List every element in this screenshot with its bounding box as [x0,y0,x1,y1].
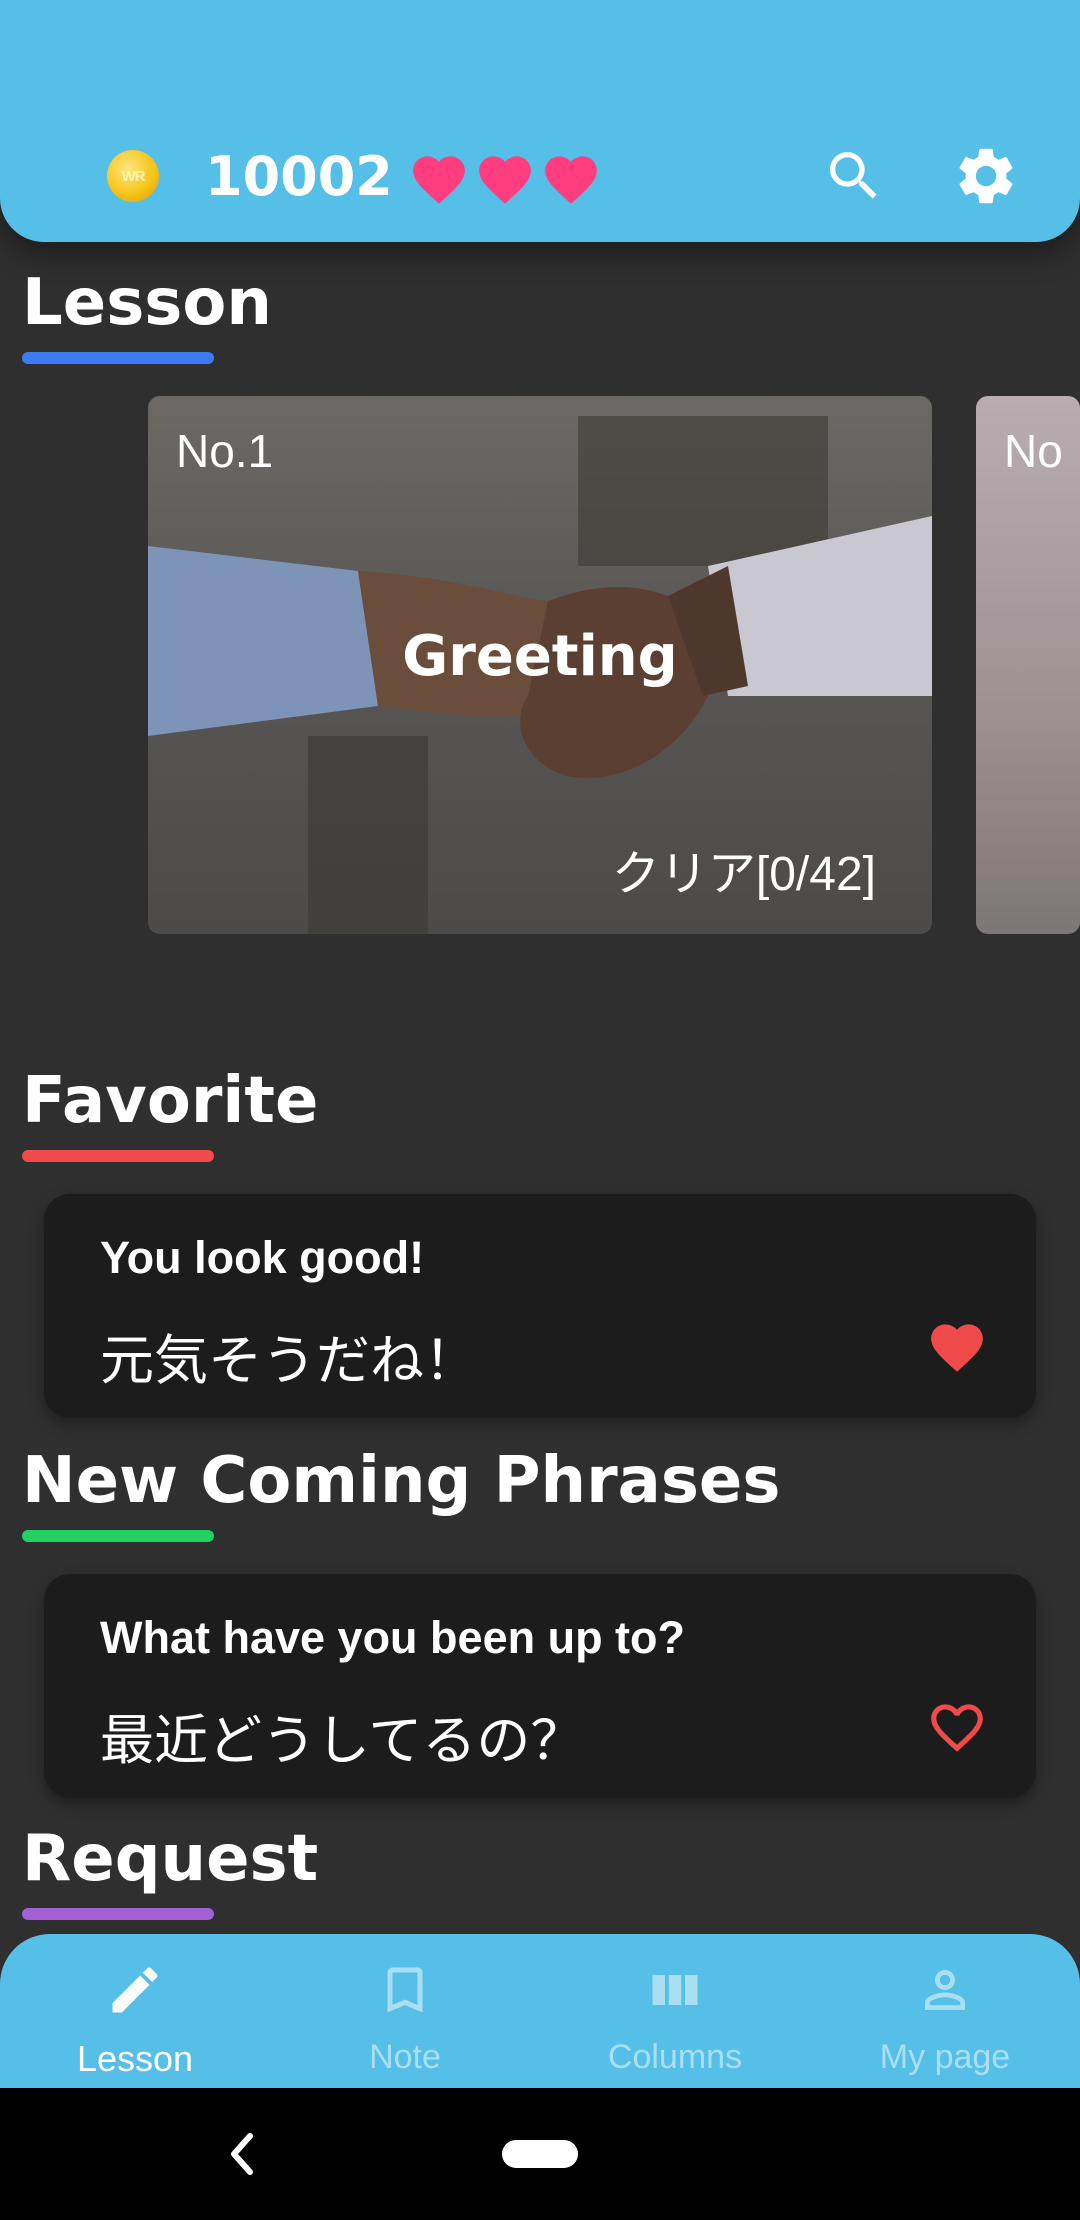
section-title-lesson: Lesson [22,266,272,340]
section-title-request: Request [22,1822,319,1896]
gear-icon[interactable] [952,142,1020,210]
phrase-japanese: 元気そうだね！ [100,1329,478,1392]
top-bar: WR 10002 [0,0,1080,242]
nav-label: Columns [607,2038,743,2076]
section-title-new-phrases: New Coming Phrases [22,1444,781,1518]
request-underline [22,1908,214,1920]
lesson-card[interactable]: No [976,396,1080,934]
coin-icon: WR [107,150,159,202]
nav-label: Note [369,2038,441,2076]
system-nav-bar [0,2088,1080,2220]
pencil-icon [112,1967,158,2013]
heart-icon [413,156,465,204]
lives-hearts [408,148,602,206]
home-pill[interactable] [502,2140,578,2168]
nav-label: Lesson [76,2038,194,2079]
nav-item-lesson[interactable]: Lesson [0,1934,270,2088]
bookmark-icon [387,1967,423,2013]
new-phrases-underline [22,1530,214,1542]
lesson-card[interactable]: No.1 Greeting クリア[0/42] [148,396,932,934]
heart-filled-icon[interactable] [926,1316,988,1374]
columns-icon [652,1975,698,2005]
section-title-favorite: Favorite [22,1064,319,1138]
lesson-title: Greeting [402,624,678,689]
favorite-phrase-card[interactable]: You look good! 元気そうだね！ [44,1194,1036,1418]
nav-label: My page [879,2038,1011,2076]
heart-icon [545,156,597,204]
new-phrase-card[interactable]: What have you been up to? 最近どうしてるの？ [44,1574,1036,1798]
heart-outline-icon[interactable] [926,1696,988,1754]
phrase-japanese: 最近どうしてるの？ [100,1709,585,1772]
back-icon[interactable] [222,2128,262,2180]
bottom-nav: Lesson Note Columns My page [0,1934,1080,2088]
nav-item-columns[interactable]: Columns [540,1934,810,2088]
search-icon[interactable] [822,144,886,208]
phrase-english: What have you been up to? [100,1612,686,1663]
phrase-english: You look good! [100,1232,425,1283]
lesson-progress: クリア[0/42] [611,848,876,901]
person-icon [925,1970,965,2010]
favorite-underline [22,1150,214,1162]
nav-item-note[interactable]: Note [270,1934,540,2088]
lesson-number: No [1004,425,1063,477]
nav-item-my-page[interactable]: My page [810,1934,1080,2088]
heart-icon [479,156,531,204]
lesson-number: No.1 [176,425,274,477]
lesson-underline [22,352,214,364]
coin-count: 10002 [205,145,393,208]
